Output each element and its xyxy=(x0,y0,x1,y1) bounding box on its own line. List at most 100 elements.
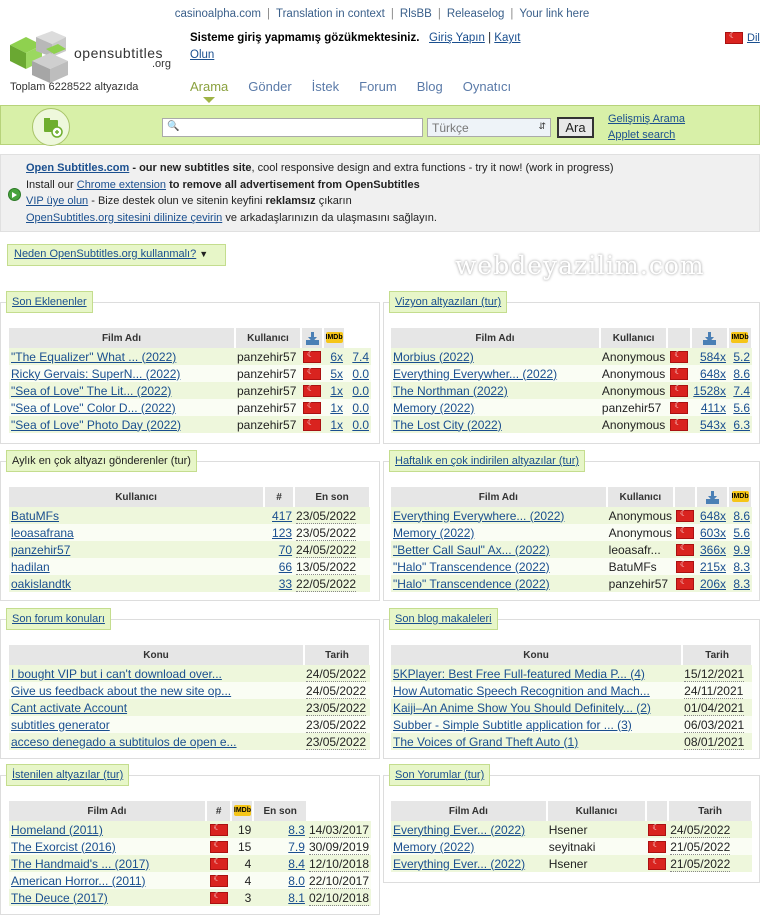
requests-film-link[interactable]: The Deuce (2017) xyxy=(11,891,108,905)
requests-film-link[interactable]: Homeland (2011) xyxy=(11,823,103,837)
cinema-title-link[interactable]: Vizyon altyazıları (tur) xyxy=(395,296,501,308)
blog-topic-link[interactable]: How Automatic Speech Recognition and Mac… xyxy=(393,684,650,698)
uploaders-count-link[interactable]: 417 xyxy=(272,509,292,523)
latest-dl-link[interactable]: 1x xyxy=(330,401,343,415)
latest-title-link[interactable]: Son Eklenenler xyxy=(12,296,87,308)
upload-folder-icon[interactable] xyxy=(32,108,70,146)
advanced-search-link[interactable]: Gelişmiş Arama xyxy=(608,113,685,125)
cinema-film-link[interactable]: The Lost City (2022) xyxy=(393,418,502,432)
search-button[interactable]: Ara xyxy=(557,117,594,138)
requests-rating-link[interactable]: 8.3 xyxy=(288,823,305,837)
cinema-dl-link[interactable]: 1528x xyxy=(693,384,726,398)
requests-film-link[interactable]: American Horror... (2011) xyxy=(11,874,146,888)
cinema-film-link[interactable]: Memory (2022) xyxy=(393,401,474,415)
nav-request[interactable]: İstek xyxy=(312,79,339,94)
uploaders-count-link[interactable]: 123 xyxy=(272,526,292,540)
cinema-film-link[interactable]: Morbius (2022) xyxy=(393,350,474,364)
login-link[interactable]: Giriş Yapın xyxy=(429,32,485,44)
cinema-rating-link[interactable]: 7.4 xyxy=(733,384,750,398)
weekly-rating-link[interactable]: 5.6 xyxy=(733,526,750,540)
latest-rating-link[interactable]: 0.0 xyxy=(352,418,369,432)
latest-film-link[interactable]: "Sea of Love" Photo Day (2022) xyxy=(11,418,181,432)
forum-topic-link[interactable]: Give us feedback about the new site op..… xyxy=(11,684,231,698)
latest-dl-link[interactable]: 1x xyxy=(330,384,343,398)
vip-link[interactable]: VIP üye olun xyxy=(26,195,88,207)
latest-dl-link[interactable]: 5x xyxy=(330,367,343,381)
language-switcher[interactable]: Dil xyxy=(725,31,760,44)
site-logo[interactable]: opensubtitles .org xyxy=(6,31,181,83)
blog-topic-link[interactable]: Subber - Simple Subtitle application for… xyxy=(393,718,632,732)
latest-rating-link[interactable]: 0.0 xyxy=(352,384,369,398)
uploaders-user-link[interactable]: oakislandtk xyxy=(11,577,71,591)
weekly-film-link[interactable]: "Halo" Transcendence (2022) xyxy=(393,577,550,591)
blog-topic-link[interactable]: 5KPlayer: Best Free Full-featured Media … xyxy=(393,667,645,681)
comments-film-link[interactable]: Everything Ever... (2022) xyxy=(393,857,525,871)
uploaders-user-link[interactable]: BatuMFs xyxy=(11,509,59,523)
latest-dl-link[interactable]: 6x xyxy=(330,350,343,364)
blog-title-link[interactable]: Son blog makaleleri xyxy=(395,613,492,625)
requests-film-link[interactable]: The Exorcist (2016) xyxy=(11,840,116,854)
forum-title-link[interactable]: Son forum konuları xyxy=(12,613,105,625)
weekly-film-link[interactable]: "Halo" Transcendence (2022) xyxy=(393,560,550,574)
blog-topic-link[interactable]: Kaiji–An Anime Show You Should Definitel… xyxy=(393,701,651,715)
uploaders-count-link[interactable]: 66 xyxy=(279,560,292,574)
uploaders-count-link[interactable]: 33 xyxy=(279,577,292,591)
uploaders-count-link[interactable]: 70 xyxy=(279,543,292,557)
latest-rating-link[interactable]: 0.0 xyxy=(352,367,369,381)
new-site-link[interactable]: Open Subtitles.com xyxy=(26,162,129,174)
topbar-link-translation[interactable]: Translation in context xyxy=(270,8,391,20)
chrome-extension-link[interactable]: Chrome extension xyxy=(77,179,166,191)
comments-film-link[interactable]: Everything Ever... (2022) xyxy=(393,823,525,837)
requests-rating-link[interactable]: 8.1 xyxy=(288,891,305,905)
cinema-rating-link[interactable]: 8.6 xyxy=(733,367,750,381)
topbar-link-casinoalpha[interactable]: casinoalpha.com xyxy=(169,8,267,20)
comments-film-link[interactable]: Memory (2022) xyxy=(393,840,474,854)
latest-film-link[interactable]: "Sea of Love" Color D... (2022) xyxy=(11,401,176,415)
topbar-link-rlsbb[interactable]: RlsBB xyxy=(394,8,438,20)
nav-player[interactable]: Oynatıcı xyxy=(463,79,511,94)
search-input[interactable] xyxy=(162,118,423,137)
cinema-dl-link[interactable]: 648x xyxy=(700,367,726,381)
weekly-dl-link[interactable]: 366x xyxy=(700,543,726,557)
language-select[interactable]: Türkçe ⇵ xyxy=(427,118,551,137)
weekly-dl-link[interactable]: 206x xyxy=(700,577,726,591)
cinema-film-link[interactable]: Everything Everywher... (2022) xyxy=(393,367,557,381)
nav-upload[interactable]: Gönder xyxy=(248,79,291,94)
language-link[interactable]: Dil xyxy=(747,32,760,44)
latest-dl-link[interactable]: 1x xyxy=(330,418,343,432)
weekly-rating-link[interactable]: 8.6 xyxy=(733,509,750,523)
nav-search[interactable]: Arama xyxy=(190,79,228,94)
weekly-rating-link[interactable]: 9.9 xyxy=(733,543,750,557)
cinema-film-link[interactable]: The Northman (2022) xyxy=(393,384,508,398)
uploaders-user-link[interactable]: hadilan xyxy=(11,560,50,574)
topbar-link-releaselog[interactable]: Releaselog xyxy=(441,8,511,20)
comments-title-link[interactable]: Son Yorumlar (tur) xyxy=(395,769,484,781)
latest-rating-link[interactable]: 0.0 xyxy=(352,401,369,415)
weekly-film-link[interactable]: Everything Everywhere... (2022) xyxy=(393,509,564,523)
blog-topic-link[interactable]: The Voices of Grand Theft Auto (1) xyxy=(393,735,578,749)
weekly-film-link[interactable]: "Better Call Saul" Ax... (2022) xyxy=(393,543,550,557)
nav-forum[interactable]: Forum xyxy=(359,79,397,94)
cinema-rating-link[interactable]: 5.2 xyxy=(733,350,750,364)
latest-film-link[interactable]: "The Equalizer" What ... (2022) xyxy=(11,350,176,364)
weekly-rating-link[interactable]: 8.3 xyxy=(733,560,750,574)
translate-site-link[interactable]: OpenSubtitles.org sitesini dilinize çevi… xyxy=(26,212,222,224)
requests-rating-link[interactable]: 7.9 xyxy=(288,840,305,854)
weekly-dl-link[interactable]: 648x xyxy=(700,509,726,523)
uploaders-user-link[interactable]: leoasafrana xyxy=(11,526,74,540)
forum-topic-link[interactable]: I bought VIP but i can't download over..… xyxy=(11,667,222,681)
weekly-film-link[interactable]: Memory (2022) xyxy=(393,526,474,540)
latest-rating-link[interactable]: 7.4 xyxy=(352,350,369,364)
weekly-title-link[interactable]: Haftalık en çok indirilen altyazılar (tu… xyxy=(395,455,579,467)
nav-blog[interactable]: Blog xyxy=(417,79,443,94)
forum-topic-link[interactable]: acceso denegado a subtitulos de open e..… xyxy=(11,735,237,749)
uploaders-user-link[interactable]: panzehir57 xyxy=(11,543,70,557)
weekly-dl-link[interactable]: 215x xyxy=(700,560,726,574)
requests-film-link[interactable]: The Handmaid's ... (2017) xyxy=(11,857,149,871)
join-link[interactable]: Olun xyxy=(190,49,214,61)
cinema-dl-link[interactable]: 411x xyxy=(701,401,726,415)
weekly-rating-link[interactable]: 8.3 xyxy=(733,577,750,591)
cinema-dl-link[interactable]: 543x xyxy=(700,418,726,432)
latest-film-link[interactable]: "Sea of Love" The Lit... (2022) xyxy=(11,384,171,398)
why-opensubtitles-toggle[interactable]: Neden OpenSubtitles.org kullanmalı? ▼ xyxy=(7,244,226,266)
